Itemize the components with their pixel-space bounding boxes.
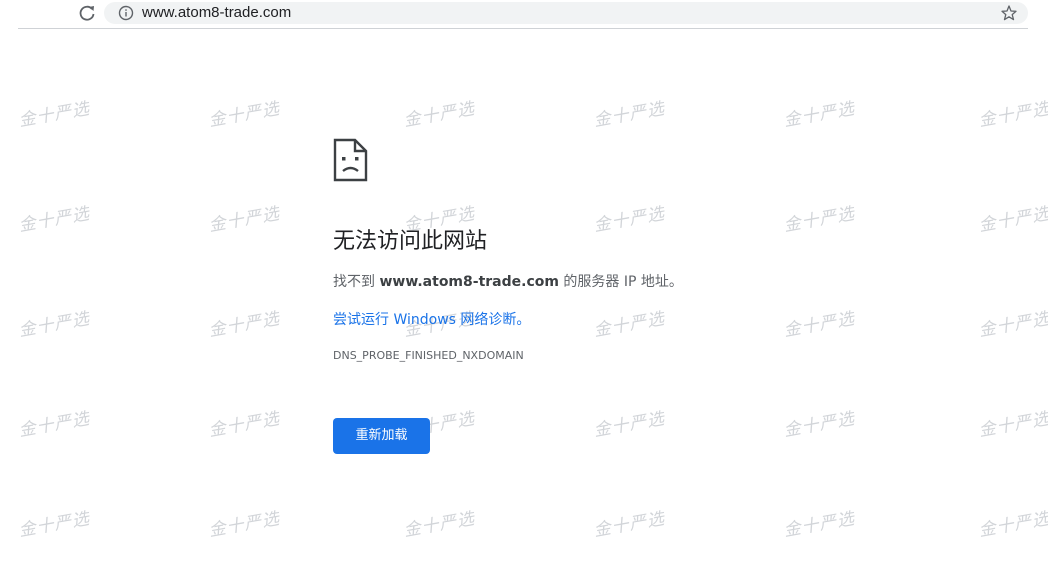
watermark-text: 金十严选 (207, 508, 282, 542)
watermark-text: 金十严选 (17, 203, 92, 237)
watermark-text: 金十严选 (977, 408, 1048, 442)
error-code: DNS_PROBE_FINISHED_NXDOMAIN (333, 349, 524, 362)
watermark-text: 金十严选 (402, 98, 477, 132)
watermark-text: 金十严选 (782, 98, 857, 132)
watermark-text: 金十严选 (782, 408, 857, 442)
error-title: 无法访问此网站 (333, 229, 488, 254)
watermark-text: 金十严选 (977, 98, 1048, 132)
watermark-text: 金十严选 (592, 308, 667, 342)
watermark-text: 金十严选 (592, 203, 667, 237)
watermark-text: 金十严选 (207, 203, 282, 237)
desc-suffix: 的服务器 IP 地址。 (558, 274, 683, 290)
watermark-text: 金十严选 (977, 203, 1048, 237)
watermark-text: 金十严选 (977, 508, 1048, 542)
watermark-text: 金十严选 (207, 98, 282, 132)
watermark-text: 金十严选 (402, 508, 477, 542)
watermark-text: 金十严选 (207, 408, 282, 442)
watermark-text: 金十严选 (17, 408, 92, 442)
watermark-text: 金十严选 (592, 98, 667, 132)
sad-page-icon (333, 138, 369, 182)
desc-host: www.atom8-trade.com (379, 274, 559, 290)
browser-toolbar: www.atom8-trade.com (0, 0, 1048, 28)
star-icon[interactable] (1000, 4, 1018, 22)
info-icon[interactable] (118, 5, 134, 21)
url-text[interactable]: www.atom8-trade.com (142, 2, 291, 24)
error-description: 找不到 www.atom8-trade.com 的服务器 IP 地址。 (333, 272, 683, 292)
watermark-text: 金十严选 (17, 508, 92, 542)
watermark-text: 金十严选 (592, 508, 667, 542)
watermark-text: 金十严选 (782, 308, 857, 342)
address-bar[interactable]: www.atom8-trade.com (104, 2, 1028, 24)
watermark-text: 金十严选 (592, 408, 667, 442)
toolbar-divider (18, 28, 1028, 29)
watermark-text: 金十严选 (977, 308, 1048, 342)
desc-prefix: 找不到 (333, 274, 380, 290)
watermark-text: 金十严选 (17, 98, 92, 132)
reload-button[interactable]: 重新加载 (333, 418, 430, 454)
reload-icon[interactable] (76, 2, 98, 24)
watermark-text: 金十严选 (207, 308, 282, 342)
watermark-text: 金十严选 (782, 203, 857, 237)
watermark-text: 金十严选 (782, 508, 857, 542)
watermark-text: 金十严选 (17, 308, 92, 342)
network-diagnostics-link[interactable]: 尝试运行 Windows 网络诊断。 (333, 310, 530, 330)
